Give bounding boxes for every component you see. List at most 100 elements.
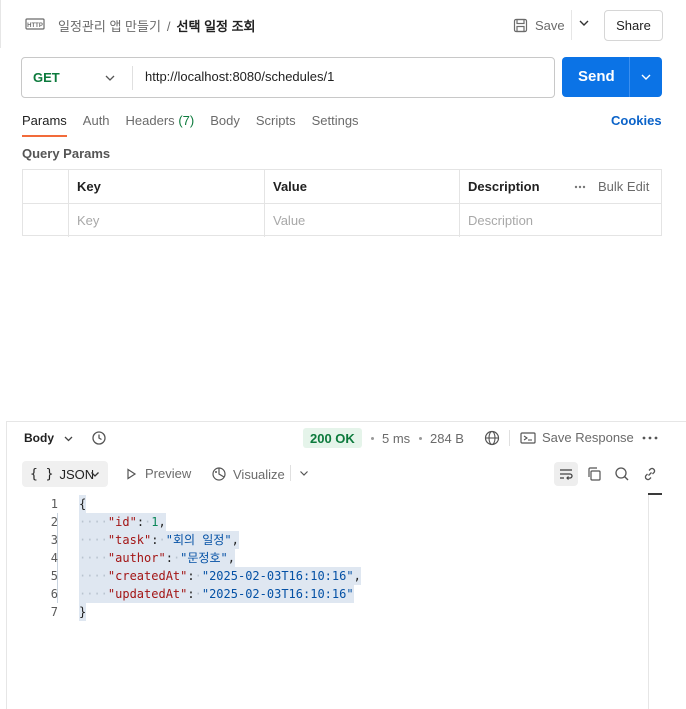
bulk-edit-button[interactable]: Bulk Edit bbox=[574, 179, 649, 194]
chevron-down-icon[interactable] bbox=[577, 16, 591, 30]
token-key: "createdAt" bbox=[107, 569, 188, 583]
tab-settings[interactable]: Settings bbox=[312, 113, 359, 136]
token-punct: : bbox=[136, 515, 145, 529]
divider bbox=[571, 10, 572, 40]
token-dots: ···· bbox=[79, 569, 108, 583]
param-value-input[interactable]: Value bbox=[264, 204, 459, 237]
share-button[interactable]: Share bbox=[604, 10, 663, 41]
scrollbar-track[interactable] bbox=[648, 495, 649, 709]
token-dots: ···· bbox=[79, 533, 108, 547]
line-number: 3 bbox=[50, 533, 58, 547]
chevron-down-icon[interactable] bbox=[104, 72, 116, 84]
response-divider[interactable] bbox=[6, 421, 686, 422]
visualize-label: Visualize bbox=[233, 466, 285, 482]
copy-button[interactable] bbox=[582, 462, 606, 486]
json-braces-icon: { } bbox=[30, 466, 54, 482]
line-number: 5 bbox=[50, 569, 58, 583]
tab-label: Scripts bbox=[255, 113, 296, 128]
token-dots: · bbox=[158, 533, 166, 547]
tab-label: Params bbox=[22, 113, 67, 128]
globe-icon[interactable] bbox=[484, 430, 500, 446]
token-punct: , bbox=[231, 533, 239, 547]
code-text: ····"updatedAt":·"2025-02-03T16:10:16" bbox=[79, 585, 354, 603]
params-table: Key Value Description Bulk Edit Key Valu… bbox=[22, 169, 662, 237]
response-body-viewer[interactable]: 1{2 ····"id":·1, 3 ····"task":·"회의 일정", 4 ···… bbox=[22, 495, 642, 621]
save-button[interactable]: Save bbox=[513, 13, 565, 37]
url-input[interactable] bbox=[145, 69, 535, 84]
preview-button[interactable]: Preview bbox=[125, 466, 191, 481]
token-key: "id" bbox=[107, 515, 137, 529]
tab-params[interactable]: Params bbox=[22, 113, 67, 137]
breadcrumb-collection[interactable]: 일정관리 앱 만들기 bbox=[58, 19, 161, 34]
token-dots: ···· bbox=[79, 551, 108, 565]
query-params-title: Query Params bbox=[22, 146, 111, 161]
response-body-tab[interactable]: Body bbox=[24, 431, 54, 445]
token-str: "2025-02-03T16:10:16" bbox=[201, 569, 354, 583]
save-response-icon bbox=[520, 431, 536, 444]
save-label: Save bbox=[535, 17, 565, 33]
code-line: 1{ bbox=[22, 495, 642, 513]
param-key-input[interactable]: Key bbox=[68, 204, 264, 237]
response-time[interactable]: 5 ms bbox=[382, 431, 410, 446]
tab-label: Headers bbox=[125, 113, 175, 128]
status-badge[interactable]: 200 OK bbox=[303, 428, 362, 448]
play-icon bbox=[127, 467, 137, 480]
request-header: HTTP 일정관리 앱 만들기 / 선택 일정 조회 Save Share bbox=[0, 0, 686, 48]
request-name[interactable]: 선택 일정 조회 bbox=[177, 19, 256, 34]
code-line: 7} bbox=[22, 603, 642, 621]
divider bbox=[629, 57, 630, 97]
line-number: 2 bbox=[50, 515, 58, 529]
search-button[interactable] bbox=[610, 462, 634, 486]
send-button[interactable]: Send bbox=[562, 57, 662, 97]
wrap-lines-button[interactable] bbox=[554, 462, 578, 486]
token-dots: · bbox=[194, 569, 202, 583]
code-line: 4 ····"author":·"문정호", bbox=[22, 549, 642, 567]
description-header-label: Description bbox=[468, 179, 540, 194]
tab-body[interactable]: Body bbox=[210, 113, 240, 136]
token-punct: : bbox=[151, 533, 159, 547]
chevron-down-icon[interactable] bbox=[63, 433, 74, 444]
separator-dot bbox=[371, 437, 374, 440]
chevron-down-icon[interactable] bbox=[640, 71, 652, 83]
token-dots: · bbox=[194, 587, 202, 601]
svg-text:HTTP: HTTP bbox=[27, 23, 43, 29]
request-tabs: Params Auth Headers (7) Body Scripts Set… bbox=[22, 113, 375, 137]
code-line: 5 ····"createdAt":·"2025-02-03T16:10:16", bbox=[22, 567, 642, 585]
token-dots: ···· bbox=[79, 515, 108, 529]
column-header-value: Value bbox=[264, 170, 459, 203]
format-select[interactable]: { } JSON bbox=[22, 461, 108, 487]
code-text: { bbox=[79, 495, 87, 513]
token-punct: , bbox=[158, 515, 166, 529]
chevron-down-icon[interactable] bbox=[299, 468, 309, 478]
send-label: Send bbox=[578, 68, 615, 85]
method-select[interactable]: GET bbox=[33, 70, 60, 85]
more-icon[interactable] bbox=[642, 436, 658, 440]
tab-scripts[interactable]: Scripts bbox=[256, 113, 296, 136]
save-response-label: Save Response bbox=[542, 430, 634, 445]
response-size[interactable]: 284 B bbox=[430, 431, 464, 446]
tab-auth[interactable]: Auth bbox=[83, 113, 110, 136]
copy-icon bbox=[588, 467, 601, 481]
cookies-link[interactable]: Cookies bbox=[611, 113, 662, 128]
visualize-button[interactable]: Visualize bbox=[211, 466, 285, 482]
save-response-button[interactable]: Save Response bbox=[520, 430, 634, 445]
bulk-edit-label: Bulk Edit bbox=[598, 179, 650, 194]
code-line: 6 ····"updatedAt":·"2025-02-03T16:10:16" bbox=[22, 585, 642, 603]
token-num: 1 bbox=[151, 515, 159, 529]
line-number: 6 bbox=[50, 587, 58, 601]
token-key: "task" bbox=[107, 533, 152, 547]
history-icon[interactable] bbox=[91, 430, 107, 446]
pane-border bbox=[6, 421, 7, 709]
tab-headers[interactable]: Headers (7) bbox=[126, 113, 195, 136]
link-button[interactable] bbox=[638, 462, 662, 486]
param-description-input[interactable]: Description bbox=[459, 204, 661, 237]
divider bbox=[132, 66, 133, 90]
token-punct: { bbox=[79, 497, 87, 511]
token-str: "회의 일정" bbox=[165, 533, 232, 547]
preview-label: Preview bbox=[145, 466, 192, 481]
scrollbar-thumb[interactable] bbox=[648, 493, 662, 495]
token-key: "author" bbox=[107, 551, 166, 565]
checkbox-column bbox=[23, 170, 68, 203]
divider bbox=[509, 430, 510, 446]
row-checkbox-cell bbox=[23, 204, 68, 237]
